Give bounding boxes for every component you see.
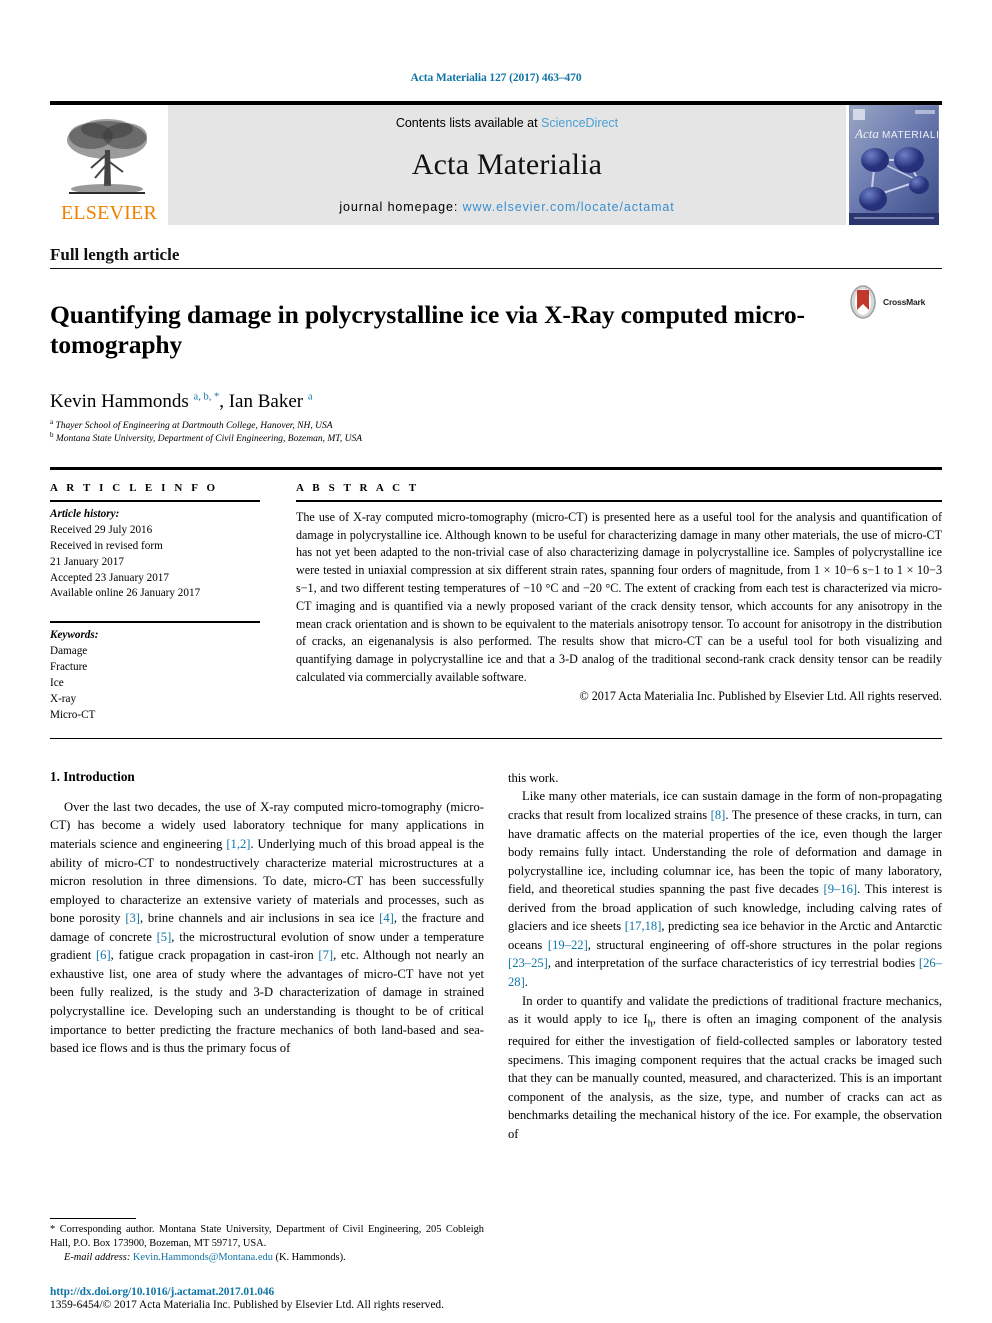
article-info-rule [50, 499, 260, 502]
footnote-block: * Corresponding author. Montana State Un… [50, 1217, 484, 1265]
email-label: E-mail address: [64, 1251, 131, 1263]
article-type-label: Full length article [50, 245, 180, 264]
journal-title: Acta Materialia [411, 148, 603, 181]
elsevier-tree-icon [67, 119, 147, 194]
article-history-label: Article history: [50, 507, 120, 520]
crossmark-badge[interactable]: CrossMark [846, 283, 942, 319]
email-suffix: (K. Hammonds). [275, 1251, 346, 1263]
history-line: 21 January 2017 [50, 555, 124, 568]
crossmark-label: CrossMark [883, 297, 926, 307]
corresponding-author-note: * Corresponding author. Montana State Un… [50, 1223, 484, 1249]
abstract-heading: A B S T R A C T [296, 481, 420, 494]
keyword-item: Micro-CT [50, 708, 96, 721]
journal-cover-thumbnail: Acta MATERIALIA [846, 105, 942, 225]
svg-text:MATERIALIA: MATERIALIA [882, 130, 939, 141]
elsevier-wordmark: ELSEVIER [60, 202, 158, 224]
title-block: Quantifying damage in polycrystalline ic… [50, 283, 942, 377]
body-column-right: this work. Like many other materials, ic… [508, 769, 942, 1144]
contents-prefix: Contents lists available at [395, 116, 542, 130]
journal-masthead: ELSEVIER Contents lists available at Sci… [50, 105, 942, 225]
issn-copyright-line: 1359-6454/© 2017 Acta Materialia Inc. Pu… [50, 1299, 444, 1311]
elsevier-logo: ELSEVIER [50, 105, 168, 225]
running-head: Acta Materialia 127 (2017) 463–470 [410, 72, 582, 84]
email-note: E-mail address: Kevin.Hammonds@Montana.e… [50, 1251, 484, 1265]
article-info-column: A R T I C L E I N F O Article history: R… [50, 482, 296, 724]
footer-block: http://dx.doi.org/10.1016/j.actamat.2017… [50, 1286, 520, 1311]
intro-paragraph-3: In order to quantify and validate the pr… [508, 993, 942, 1141]
keyword-item: Damage [50, 645, 88, 658]
affiliation-b-text: Montana State University, Department of … [55, 434, 363, 445]
paper-page: Acta Materialia 127 (2017) 463–470 ELSEV… [0, 0, 992, 1323]
author-list: Kevin Hammonds a, b, *, Ian Baker a [50, 391, 313, 413]
email-link[interactable]: Kevin.Hammonds@Montana.edu [133, 1252, 273, 1263]
contents-available-line: Contents lists available at ScienceDirec… [396, 116, 618, 130]
svg-text:Acta: Acta [854, 126, 879, 141]
history-line: Accepted 23 January 2017 [50, 571, 169, 584]
intro-paragraph-1-cont: this work. [508, 770, 559, 785]
keyword-item: Fracture [50, 661, 88, 674]
abstract-text: The use of X-ray computed micro-tomograp… [296, 509, 942, 684]
intro-paragraph-2: Like many other materials, ice can susta… [508, 789, 943, 989]
panel-bottom-rule [50, 737, 942, 739]
section-title-introduction: 1. Introduction [50, 768, 135, 784]
abstract-rule [296, 499, 942, 502]
keywords-rule [50, 621, 260, 624]
doi-link[interactable]: http://dx.doi.org/10.1016/j.actamat.2017… [50, 1286, 520, 1298]
history-line: Received in revised form [50, 539, 163, 552]
paper-title: Quantifying damage in polycrystalline ic… [50, 300, 805, 360]
intro-paragraph-1: Over the last two decades, the use of X-… [50, 799, 485, 1056]
keywords-label: Keywords: [50, 629, 99, 642]
abstract-copyright: © 2017 Acta Materialia Inc. Published by… [579, 688, 942, 703]
journal-cover-image: Acta MATERIALIA [849, 105, 939, 225]
crossmark-icon [850, 285, 876, 319]
panel-top-rule [50, 466, 942, 470]
masthead-center-panel: Contents lists available at ScienceDirec… [168, 105, 846, 225]
journal-homepage-line: journal homepage: www.elsevier.com/locat… [339, 200, 674, 214]
article-history-block: Article history: Received 29 July 2016 R… [50, 507, 260, 602]
keyword-item: X-ray [50, 693, 77, 705]
history-line: Received 29 July 2016 [50, 523, 153, 536]
abstract-column: A B S T R A C T The use of X-ray compute… [296, 482, 942, 724]
homepage-url-link[interactable]: www.elsevier.com/locate/actamat [463, 200, 675, 214]
sciencedirect-link[interactable]: ScienceDirect [541, 116, 618, 130]
affiliation-a: a Thayer School of Engineering at Dartmo… [50, 418, 333, 432]
affiliation-list: a Thayer School of Engineering at Dartmo… [50, 418, 942, 446]
body-columns: 1. Introduction Over the last two decade… [50, 769, 942, 1144]
footnote-rule [50, 1217, 136, 1219]
keywords-block: Keywords: Damage Fracture Ice X-ray Micr… [50, 628, 260, 723]
article-info-heading: A R T I C L E I N F O [50, 481, 219, 494]
article-type-rule [50, 268, 942, 269]
info-abstract-panel: A R T I C L E I N F O Article history: R… [50, 482, 942, 724]
history-line: Available online 26 January 2017 [50, 587, 201, 600]
homepage-prefix: journal homepage: [339, 200, 463, 214]
body-column-left: 1. Introduction Over the last two decade… [50, 769, 484, 1144]
keyword-item: Ice [50, 677, 64, 690]
affiliation-a-text: Thayer School of Engineering at Dartmout… [55, 421, 333, 432]
affiliation-b: b Montana State University, Department o… [50, 430, 363, 445]
